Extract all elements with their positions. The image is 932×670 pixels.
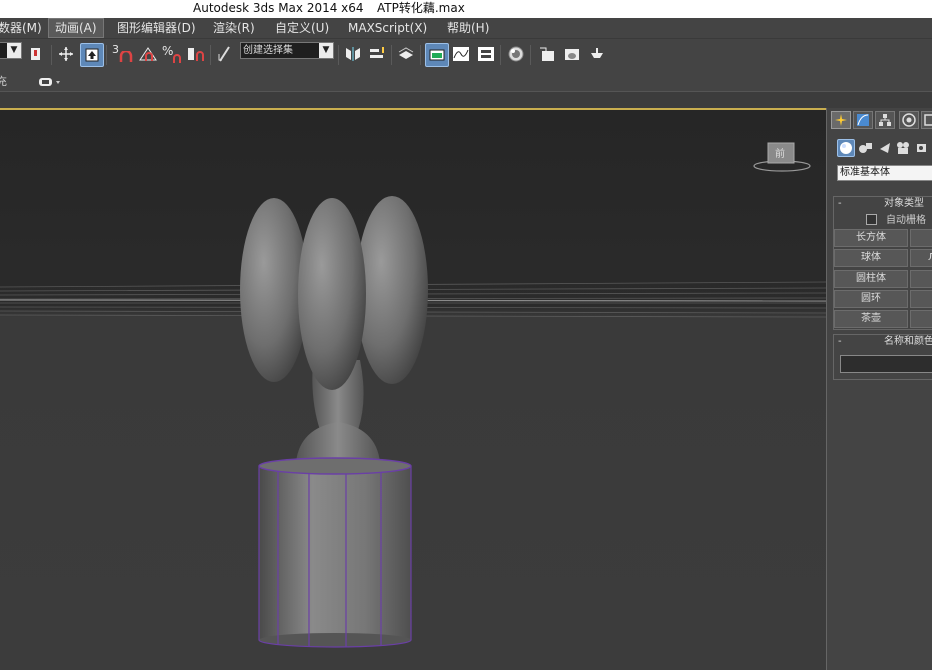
autogrid-checkbox[interactable] — [866, 214, 877, 225]
modify-tab-icon[interactable] — [853, 111, 873, 129]
chevron-down-icon: ▼ — [7, 43, 21, 58]
select-object-icon[interactable] — [26, 43, 48, 65]
selected-cylinder[interactable] — [258, 457, 412, 648]
menu-maxscript[interactable]: MAXScript(X) — [342, 19, 433, 37]
object-name-input[interactable] — [840, 355, 932, 373]
rendered-frame-icon[interactable] — [561, 43, 583, 65]
sphere-button[interactable]: 球体 — [834, 249, 908, 267]
subbar-label: 充 — [0, 75, 7, 88]
render-setup-icon[interactable] — [536, 43, 558, 65]
menu-animation[interactable]: 动画(A) — [48, 18, 104, 38]
helpers-icon[interactable] — [913, 139, 931, 157]
object-type-title: 对象类型 — [884, 198, 924, 209]
tube-button-partial[interactable] — [910, 270, 932, 288]
primitive-category-dropdown[interactable]: 标准基本体 — [837, 165, 932, 181]
name-color-header[interactable]: - 名称和颜色 — [834, 335, 932, 349]
sub-toolbar: 充 — [0, 71, 932, 91]
selection-filter-dropdown[interactable]: ▼ — [0, 42, 22, 59]
pyramid-button-partial[interactable] — [910, 290, 932, 308]
file-name: ATP转化藕.max — [377, 1, 465, 15]
object-type-rollout: - 对象类型 自动栅格 长方体 球体 Л 圆柱体 圆环 茶壶 — [833, 196, 932, 330]
menu-rendering[interactable]: 渲染(R) — [207, 19, 261, 37]
menu-customize[interactable]: 自定义(U) — [269, 19, 335, 37]
main-toolbar: ▼ 3 % 创建选择集 ▼ — [0, 39, 932, 71]
name-color-title: 名称和颜色 — [884, 336, 932, 347]
named-selection-value: 创建选择集 — [243, 45, 293, 56]
edit-named-selection-icon[interactable] — [214, 43, 236, 65]
display-tab-icon[interactable] — [921, 111, 932, 129]
lobe-right — [356, 196, 428, 384]
shapes-icon[interactable] — [857, 139, 875, 157]
collapse-icon: - — [838, 336, 842, 347]
create-tab-icon[interactable] — [831, 111, 851, 129]
box-button[interactable]: 长方体 — [834, 229, 908, 247]
lobe-center — [298, 198, 366, 390]
plane-button-partial[interactable] — [910, 310, 932, 328]
chevron-down-icon: ▼ — [319, 43, 333, 58]
app-title: Autodesk 3ds Max 2014 x64 — [193, 1, 364, 15]
viewcube[interactable]: 前 — [752, 140, 812, 174]
ribbon-strip — [0, 91, 932, 109]
command-panel: 标准基本体 - 对象类型 自动栅格 长方体 球体 Л 圆柱体 圆环 茶壶 - 名… — [826, 108, 932, 670]
cone-button-partial[interactable] — [910, 229, 932, 247]
name-color-rollout: - 名称和颜色 — [833, 334, 932, 380]
select-and-place-icon[interactable] — [80, 43, 104, 67]
visibility-dropdown[interactable] — [38, 74, 62, 88]
lights-icon[interactable] — [876, 139, 894, 157]
torus-button[interactable]: 圆环 — [834, 290, 908, 308]
menu-help[interactable]: 帮助(H) — [441, 19, 495, 37]
viewport-scene — [0, 110, 826, 670]
mirror-icon[interactable] — [342, 43, 364, 65]
percent-snap-icon[interactable]: % — [160, 43, 184, 65]
named-selection-dropdown[interactable]: 创建选择集 ▼ — [240, 42, 334, 59]
schematic-view-icon[interactable] — [475, 43, 497, 65]
align-icon[interactable] — [366, 43, 388, 65]
menu-bar: 数器(M) 动画(A) 图形编辑器(D) 渲染(R) 自定义(U) MAXScr… — [0, 18, 932, 39]
collapse-icon: - — [838, 198, 842, 209]
primitive-category-value: 标准基本体 — [840, 167, 890, 178]
menu-graph-editors[interactable]: 图形编辑器(D) — [111, 19, 202, 37]
viewcube-face-label: 前 — [775, 149, 785, 160]
graphite-toggle-icon[interactable] — [425, 43, 449, 67]
menu-modifiers[interactable]: 数器(M) — [0, 19, 48, 37]
cameras-icon[interactable] — [894, 139, 912, 157]
perspective-viewport[interactable]: 前 — [0, 108, 826, 670]
geometry-icon[interactable] — [837, 139, 855, 157]
title-bar: Autodesk 3ds Max 2014 x64 ATP转化藕.max — [0, 0, 932, 18]
snap-dimension-label: 3 — [112, 43, 119, 56]
lobe-left — [240, 198, 308, 382]
geosphere-button-partial[interactable]: Л — [910, 249, 932, 267]
autogrid-label: 自动栅格 — [886, 215, 926, 226]
snap-toggle-icon[interactable]: 3 — [110, 43, 136, 65]
material-editor-icon[interactable] — [505, 43, 527, 65]
angle-snap-icon[interactable] — [136, 43, 160, 65]
render-production-icon[interactable] — [586, 43, 608, 65]
motion-tab-icon[interactable] — [899, 111, 919, 129]
object-type-header[interactable]: - 对象类型 — [834, 197, 932, 211]
spinner-snap-icon[interactable] — [184, 43, 208, 65]
teapot-button[interactable]: 茶壶 — [834, 310, 908, 328]
layer-manager-icon[interactable] — [395, 43, 417, 65]
cylinder-button[interactable]: 圆柱体 — [834, 270, 908, 288]
hierarchy-tab-icon[interactable] — [875, 111, 895, 129]
curve-editor-icon[interactable] — [450, 43, 472, 65]
select-move-icon[interactable] — [55, 43, 77, 65]
